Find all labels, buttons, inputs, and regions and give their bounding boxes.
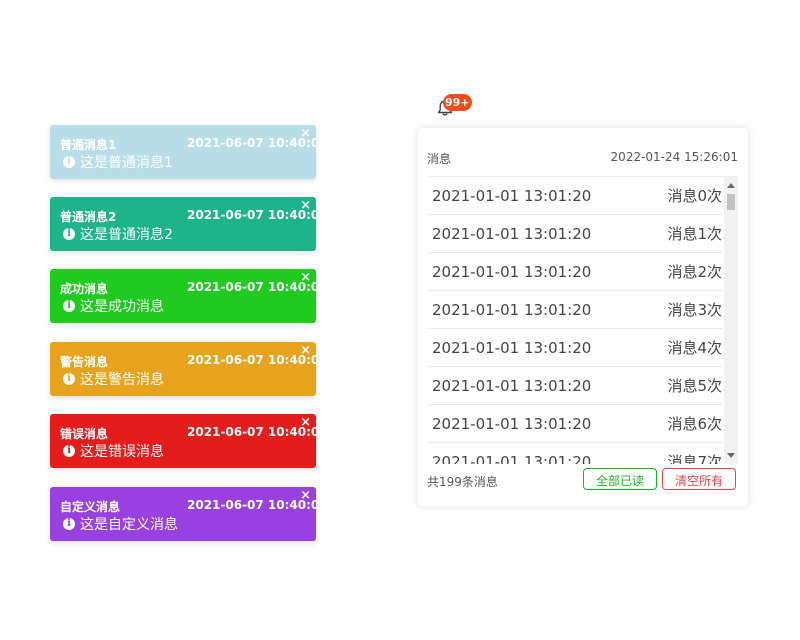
message-date: 2021-01-01 13:01:20 [432,414,592,433]
notification-text: 这是自定义消息 [80,517,178,533]
message-label: 消息4次 [667,339,722,357]
notification-time: 2021-06-07 10:40:00 [187,208,316,222]
message-date: 2021-01-01 13:01:20 [432,262,592,281]
info-icon: i [63,228,75,240]
list-item[interactable]: 2021-01-01 13:01:20 消息7次 [428,443,722,465]
message-label: 消息0次 [667,187,722,205]
notification-time: 2021-06-07 10:40:00 [187,498,316,512]
scroll-up-arrow-icon[interactable] [727,183,735,188]
panel-time: 2022-01-24 15:26:01 [610,150,738,164]
notification-text: 这是错误消息 [80,444,164,460]
list-item[interactable]: 2021-01-01 13:01:20 消息6次 [428,405,722,443]
list-item[interactable]: 2021-01-01 13:01:20 消息0次 [428,177,722,215]
message-count: 共199条消息 [427,475,498,489]
notification-text: 这是警告消息 [80,372,164,388]
notification-body: i 这是自定义消息 [63,514,178,534]
notification-text: 这是普通消息2 [80,227,173,243]
panel-title: 消息 [427,152,452,166]
notification-body: i 这是普通消息1 [63,152,173,172]
notification-title: 普通消息1 [60,138,117,152]
message-date: 2021-01-01 13:01:20 [432,224,592,243]
list-item[interactable]: 2021-01-01 13:01:20 消息1次 [428,215,722,253]
message-date: 2021-01-01 13:01:20 [432,300,592,319]
info-icon: i [63,373,75,385]
message-label: 消息7次 [667,453,722,464]
list-item[interactable]: 2021-01-01 13:01:20 消息5次 [428,367,722,405]
message-list: 2021-01-01 13:01:20 消息0次 2021-01-01 13:0… [428,177,722,464]
info-icon: i [63,518,75,530]
message-date: 2021-01-01 13:01:20 [432,376,592,395]
mark-all-read-button[interactable]: 全部已读 [583,468,657,490]
message-date: 2021-01-01 13:01:20 [432,338,592,357]
notification-time: 2021-06-07 10:40:00 [187,280,316,294]
notification-body: i 这是警告消息 [63,369,164,389]
notification-error: 错误消息 2021-06-07 10:40:00 × i 这是错误消息 [50,414,316,468]
notification-title: 普通消息2 [60,210,117,224]
message-label: 消息3次 [667,301,722,319]
info-icon: i [63,445,75,457]
list-item[interactable]: 2021-01-01 13:01:20 消息2次 [428,253,722,291]
message-panel: 消息 2022-01-24 15:26:01 2021-01-01 13:01:… [418,128,748,506]
notification-body: i 这是普通消息2 [63,224,173,244]
notification-info-1: 普通消息1 2021-06-07 10:40:00 × i 这是普通消息1 [50,125,316,179]
notification-body: i 这是错误消息 [63,441,164,461]
info-icon: i [63,300,75,312]
close-icon[interactable]: × [300,344,311,357]
message-label: 消息2次 [667,263,722,281]
message-date: 2021-01-01 13:01:20 [432,452,592,465]
notification-time: 2021-06-07 10:40:00 [187,136,316,150]
message-label: 消息1次 [667,225,722,243]
close-icon[interactable]: × [300,489,311,502]
message-label: 消息5次 [667,377,722,395]
message-list-container: 2021-01-01 13:01:20 消息0次 2021-01-01 13:0… [428,176,738,464]
notification-success: 成功消息 2021-06-07 10:40:00 × i 这是成功消息 [50,269,316,323]
list-item[interactable]: 2021-01-01 13:01:20 消息4次 [428,329,722,367]
close-icon[interactable]: × [300,271,311,284]
notification-time: 2021-06-07 10:40:00 [187,353,316,367]
message-date: 2021-01-01 13:01:20 [432,186,592,205]
close-icon[interactable]: × [300,416,311,429]
notification-title: 警告消息 [60,355,109,369]
clear-all-button[interactable]: 清空所有 [662,468,736,490]
notification-text: 这是普通消息1 [80,155,173,171]
scrollbar-thumb[interactable] [727,194,735,210]
notification-warning: 警告消息 2021-06-07 10:40:00 × i 这是警告消息 [50,342,316,396]
notification-title: 错误消息 [60,427,109,441]
close-icon[interactable]: × [300,199,311,212]
info-icon: i [63,156,75,168]
scroll-down-arrow-icon[interactable] [727,453,735,458]
unread-count-badge: 99+ [443,94,472,111]
message-label: 消息6次 [667,415,722,433]
notification-title: 成功消息 [60,282,109,296]
close-icon[interactable]: × [300,127,311,140]
notification-info-2: 普通消息2 2021-06-07 10:40:00 × i 这是普通消息2 [50,197,316,251]
notification-text: 这是成功消息 [80,299,164,315]
list-item[interactable]: 2021-01-01 13:01:20 消息3次 [428,291,722,329]
scrollbar[interactable] [724,177,738,464]
notification-body: i 这是成功消息 [63,296,164,316]
notification-custom: 自定义消息 2021-06-07 10:40:00 × i 这是自定义消息 [50,487,316,541]
notification-time: 2021-06-07 10:40:00 [187,425,316,439]
notification-title: 自定义消息 [60,500,121,514]
